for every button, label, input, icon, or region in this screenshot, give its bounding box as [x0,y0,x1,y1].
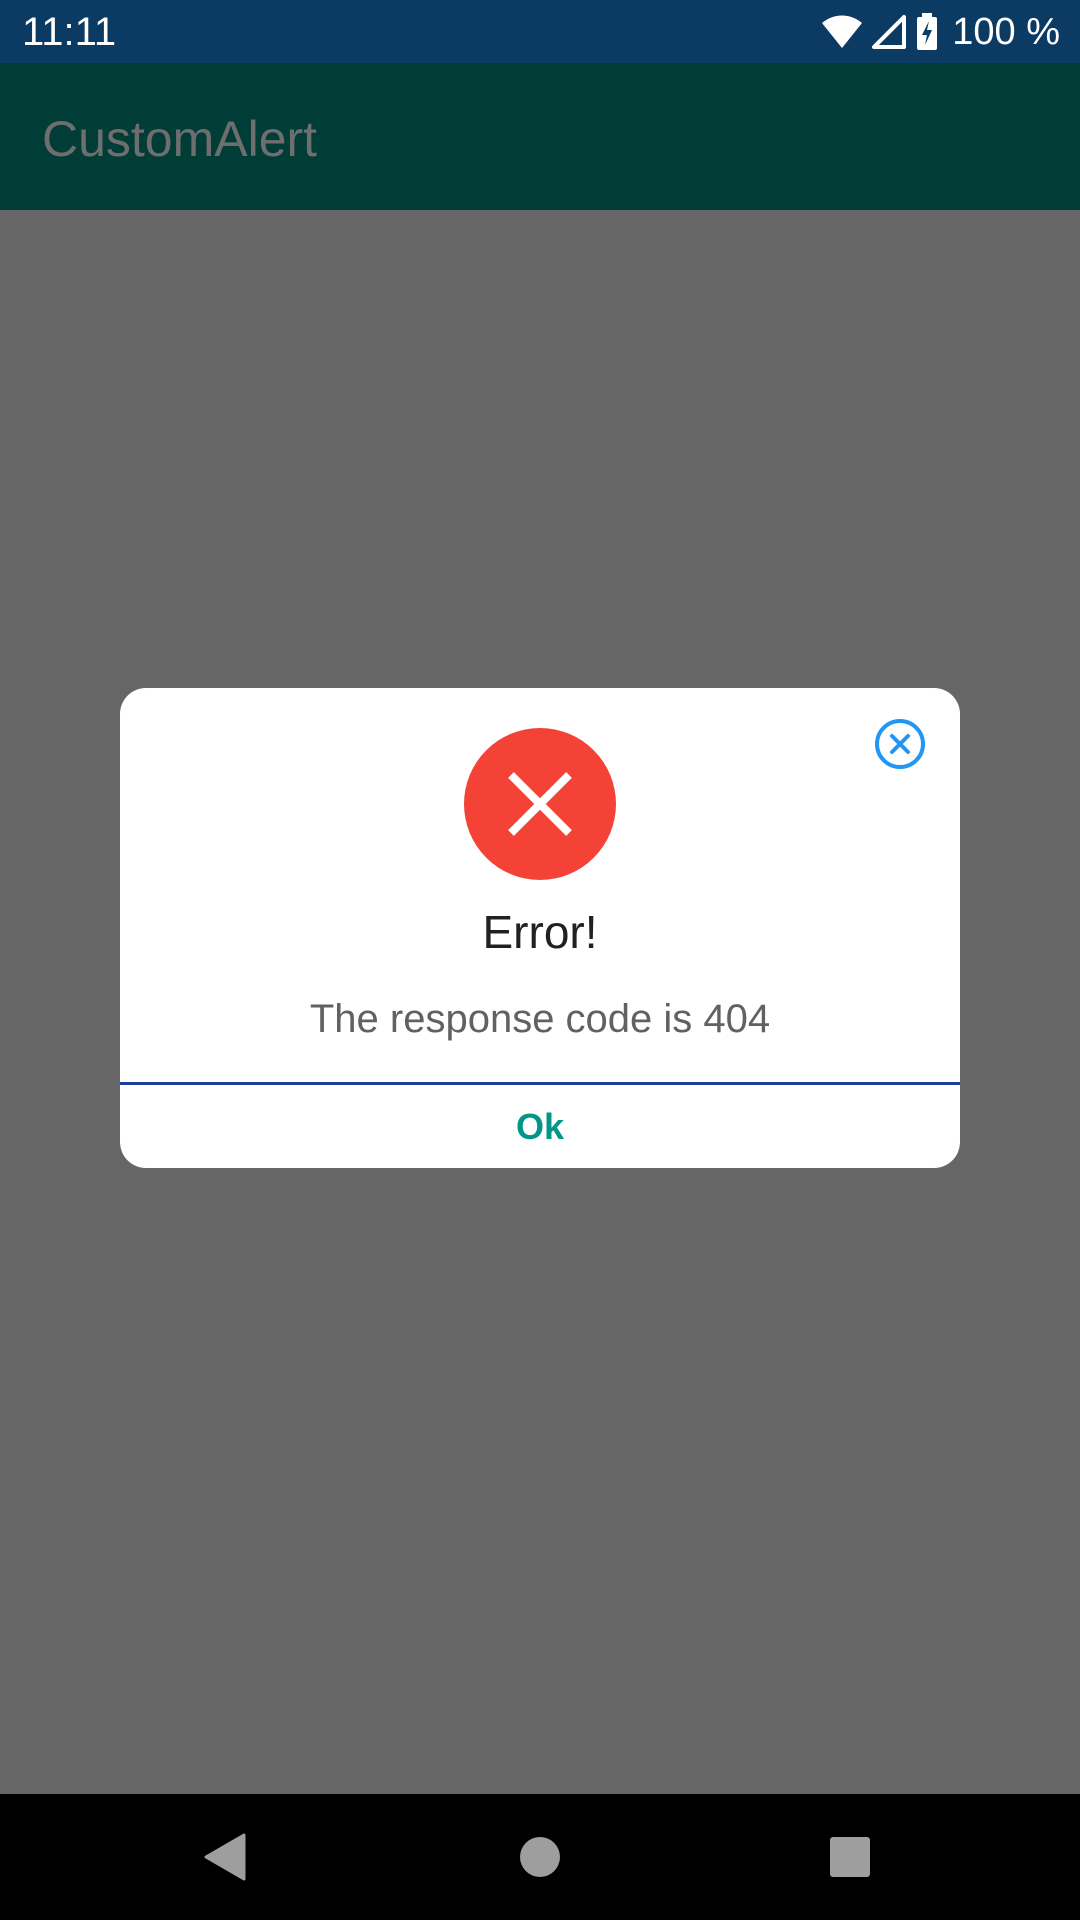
app-bar: CustomAlert [0,63,1080,210]
error-x-icon [464,728,616,880]
battery-percentage: 100 % [952,11,1060,53]
screen: 11:11 100 % CustomAlert Error! The respo… [0,0,1080,1920]
status-time: 11:11 [22,10,117,54]
recents-button[interactable] [820,1827,880,1887]
wifi-icon [822,15,863,49]
navigation-bar [0,1794,1080,1920]
app-title: CustomAlert [42,111,318,167]
home-button[interactable] [510,1827,570,1887]
close-button[interactable] [874,718,926,770]
recents-icon [830,1837,870,1877]
home-icon [520,1837,560,1877]
ok-button[interactable]: Ok [120,1085,960,1168]
close-circle-icon [875,719,925,769]
signal-icon [872,15,907,49]
alert-dialog: Error! The response code is 404 Ok [120,688,960,1168]
back-button[interactable] [196,1827,256,1887]
status-icons: 100 % [822,8,1060,56]
battery-charging-icon [916,13,938,51]
dialog-message: The response code is 404 [309,997,771,1041]
status-bar: 11:11 100 % [0,0,1080,63]
dialog-title: Error! [482,906,598,958]
back-icon [204,1833,246,1881]
